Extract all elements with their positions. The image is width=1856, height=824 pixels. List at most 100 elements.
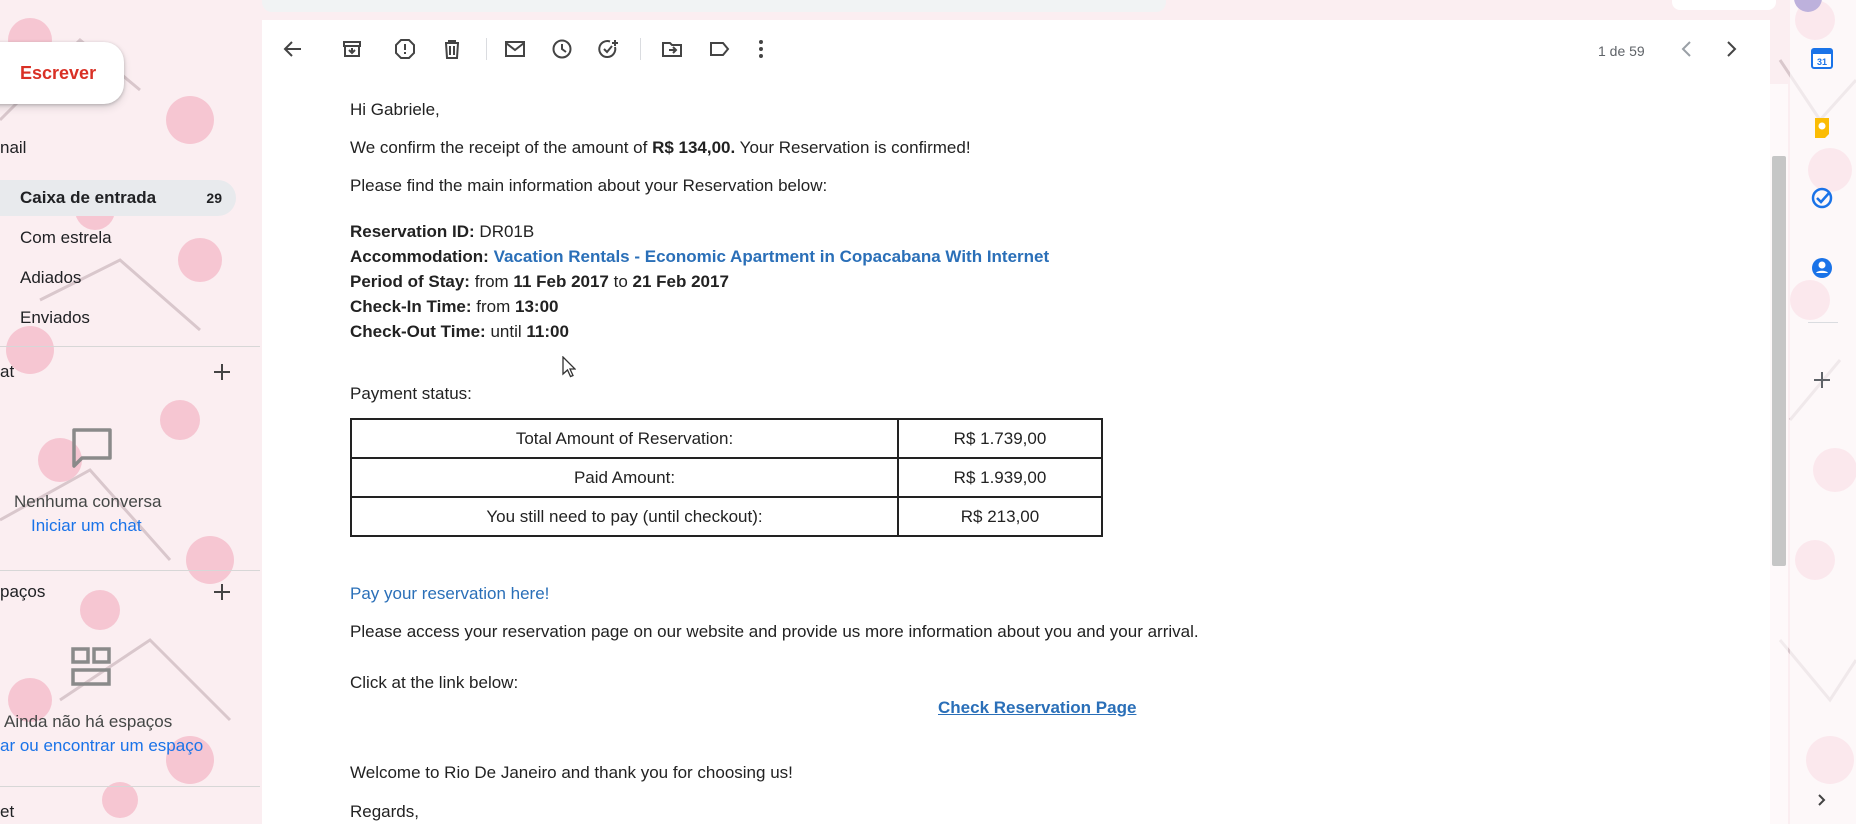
left-navigation: Escrever nail Caixa de entrada 29 Com es… bbox=[0, 0, 260, 824]
chat-empty-text: Nenhuma conversa bbox=[14, 492, 162, 511]
period-start: 11 Feb 2017 bbox=[513, 272, 609, 291]
sidebar-item-label: Adiados bbox=[20, 268, 82, 287]
plus-icon bbox=[214, 364, 230, 380]
confirm-suffix: Your Reservation is confirmed! bbox=[735, 138, 971, 157]
period-line: Period of Stay: from 11 Feb 2017 to 21 F… bbox=[350, 272, 729, 292]
toolbar-separator bbox=[640, 38, 641, 60]
calendar-icon: 31 bbox=[1811, 48, 1833, 69]
reservation-id-line: Reservation ID: DR01B bbox=[350, 222, 534, 242]
table-cell-value: R$ 213,00 bbox=[897, 496, 1103, 537]
table-cell-label: Paid Amount: bbox=[350, 457, 899, 498]
accommodation-link[interactable]: Vacation Rentals - Economic Apartment in… bbox=[489, 247, 1050, 266]
greeting: Hi Gabriele, bbox=[350, 100, 440, 119]
checkin-time: 13:00 bbox=[515, 297, 559, 316]
keep-icon bbox=[1815, 118, 1829, 138]
checkin-line: Check-In Time: from 13:00 bbox=[350, 297, 559, 317]
period-end: 21 Feb 2017 bbox=[632, 272, 729, 291]
scrollbar-thumb[interactable] bbox=[1772, 156, 1786, 566]
checkout-line: Check-Out Time: until 11:00 bbox=[350, 322, 569, 342]
svg-text:31: 31 bbox=[1817, 57, 1827, 67]
support-pill[interactable] bbox=[1672, 0, 1776, 10]
sidebar-item-starred[interactable]: Com estrela bbox=[0, 220, 236, 256]
newer-button[interactable] bbox=[1716, 34, 1746, 64]
accommodation-line: Accommodation: Vacation Rentals - Econom… bbox=[350, 247, 1049, 267]
expand-panel-icon bbox=[1818, 794, 1826, 806]
email-view: 1 de 59 Hi Gabriele, We confirm the rece… bbox=[262, 20, 1770, 824]
sidebar-item-inbox[interactable]: Caixa de entrada 29 bbox=[0, 180, 236, 216]
report-spam-button[interactable] bbox=[390, 34, 420, 64]
add-task-button[interactable] bbox=[593, 34, 623, 64]
expand-panel-button[interactable] bbox=[1804, 782, 1840, 818]
table-cell-value: R$ 1.939,00 bbox=[897, 457, 1103, 498]
contacts-icon bbox=[1812, 258, 1832, 278]
newer-chevron-icon bbox=[1727, 41, 1737, 57]
table-row: You still need to pay (until checkout): … bbox=[350, 496, 1103, 537]
pay-reservation-link[interactable]: Pay your reservation here! bbox=[350, 584, 549, 604]
new-chat-button[interactable] bbox=[208, 358, 236, 386]
older-button[interactable] bbox=[1672, 34, 1702, 64]
payment-status-label: Payment status: bbox=[350, 384, 472, 403]
label-icon bbox=[710, 42, 730, 56]
new-space-button[interactable] bbox=[208, 578, 236, 606]
tasks-button[interactable] bbox=[1804, 180, 1840, 216]
delete-button[interactable] bbox=[437, 34, 467, 64]
meet-section-title: et bbox=[0, 802, 15, 821]
sidebar-item-sent[interactable]: Enviados bbox=[0, 300, 236, 336]
reservation-id-value: DR01B bbox=[474, 222, 535, 241]
welcome-text: Welcome to Rio De Janeiro and thank you … bbox=[350, 763, 793, 782]
back-button[interactable] bbox=[278, 34, 308, 64]
sidebar-item-label: Enviados bbox=[20, 308, 90, 327]
checkout-until: until bbox=[485, 322, 527, 341]
find-space-link[interactable]: ar ou encontrar um espaço bbox=[0, 736, 203, 756]
sidebar-item-label: Com estrela bbox=[20, 228, 112, 247]
table-cell-label: You still need to pay (until checkout): bbox=[350, 496, 899, 537]
more-button[interactable] bbox=[746, 34, 776, 64]
start-chat-link[interactable]: Iniciar um chat bbox=[31, 516, 142, 536]
chat-bubble-icon bbox=[70, 426, 114, 475]
back-arrow-icon bbox=[283, 41, 301, 57]
add-addon-button[interactable] bbox=[1804, 362, 1840, 398]
snooze-icon bbox=[552, 39, 572, 59]
contacts-button[interactable] bbox=[1804, 250, 1840, 286]
plus-icon bbox=[214, 584, 230, 600]
label-button[interactable] bbox=[704, 34, 734, 64]
table-row: Paid Amount: R$ 1.939,00 bbox=[350, 457, 1103, 498]
search-bar[interactable] bbox=[262, 0, 1166, 12]
mail-section-title: nail bbox=[0, 138, 27, 157]
tasks-icon bbox=[1811, 187, 1833, 209]
toolbar-separator bbox=[486, 38, 487, 60]
table-row: Total Amount of Reservation: R$ 1.739,00 bbox=[350, 418, 1103, 459]
period-label: Period of Stay: bbox=[350, 272, 470, 291]
move-to-button[interactable] bbox=[657, 34, 687, 64]
mark-unread-button[interactable] bbox=[500, 34, 530, 64]
table-cell-value: R$ 1.739,00 bbox=[897, 418, 1103, 459]
payment-table: Total Amount of Reservation: R$ 1.739,00… bbox=[350, 418, 1103, 537]
calendar-button[interactable]: 31 bbox=[1804, 40, 1840, 76]
sidebar-item-snoozed[interactable]: Adiados bbox=[0, 260, 236, 296]
divider bbox=[0, 786, 260, 787]
spaces-section-title: paços bbox=[0, 582, 46, 601]
period-from: from bbox=[469, 272, 514, 291]
archive-button[interactable] bbox=[337, 34, 367, 64]
mouse-pointer-icon bbox=[562, 355, 577, 383]
accommodation-label: Accommodation: bbox=[350, 247, 489, 266]
side-panel: 31 bbox=[1790, 0, 1856, 824]
confirm-prefix: We confirm the receipt of the amount of bbox=[350, 138, 653, 157]
snooze-button[interactable] bbox=[547, 34, 577, 64]
checkout-label: Check-Out Time: bbox=[350, 322, 486, 341]
divider bbox=[0, 570, 260, 571]
compose-label: Escrever bbox=[20, 62, 97, 83]
checkin-label: Check-In Time: bbox=[350, 297, 472, 316]
unread-count: 29 bbox=[206, 190, 222, 206]
report-spam-icon bbox=[395, 39, 415, 59]
email-toolbar: 1 de 59 bbox=[262, 20, 1770, 86]
divider bbox=[1808, 322, 1838, 323]
confirm-line: We confirm the receipt of the amount of … bbox=[350, 138, 971, 158]
pagination-text: 1 de 59 bbox=[1598, 43, 1645, 59]
compose-button[interactable]: Escrever bbox=[0, 42, 124, 104]
access-text: Please access your reservation page on o… bbox=[350, 622, 1199, 641]
intro-line: Please find the main information about y… bbox=[350, 176, 828, 195]
check-reservation-link[interactable]: Check Reservation Page bbox=[938, 698, 1136, 718]
more-vert-icon bbox=[759, 40, 763, 58]
keep-button[interactable] bbox=[1804, 110, 1840, 146]
